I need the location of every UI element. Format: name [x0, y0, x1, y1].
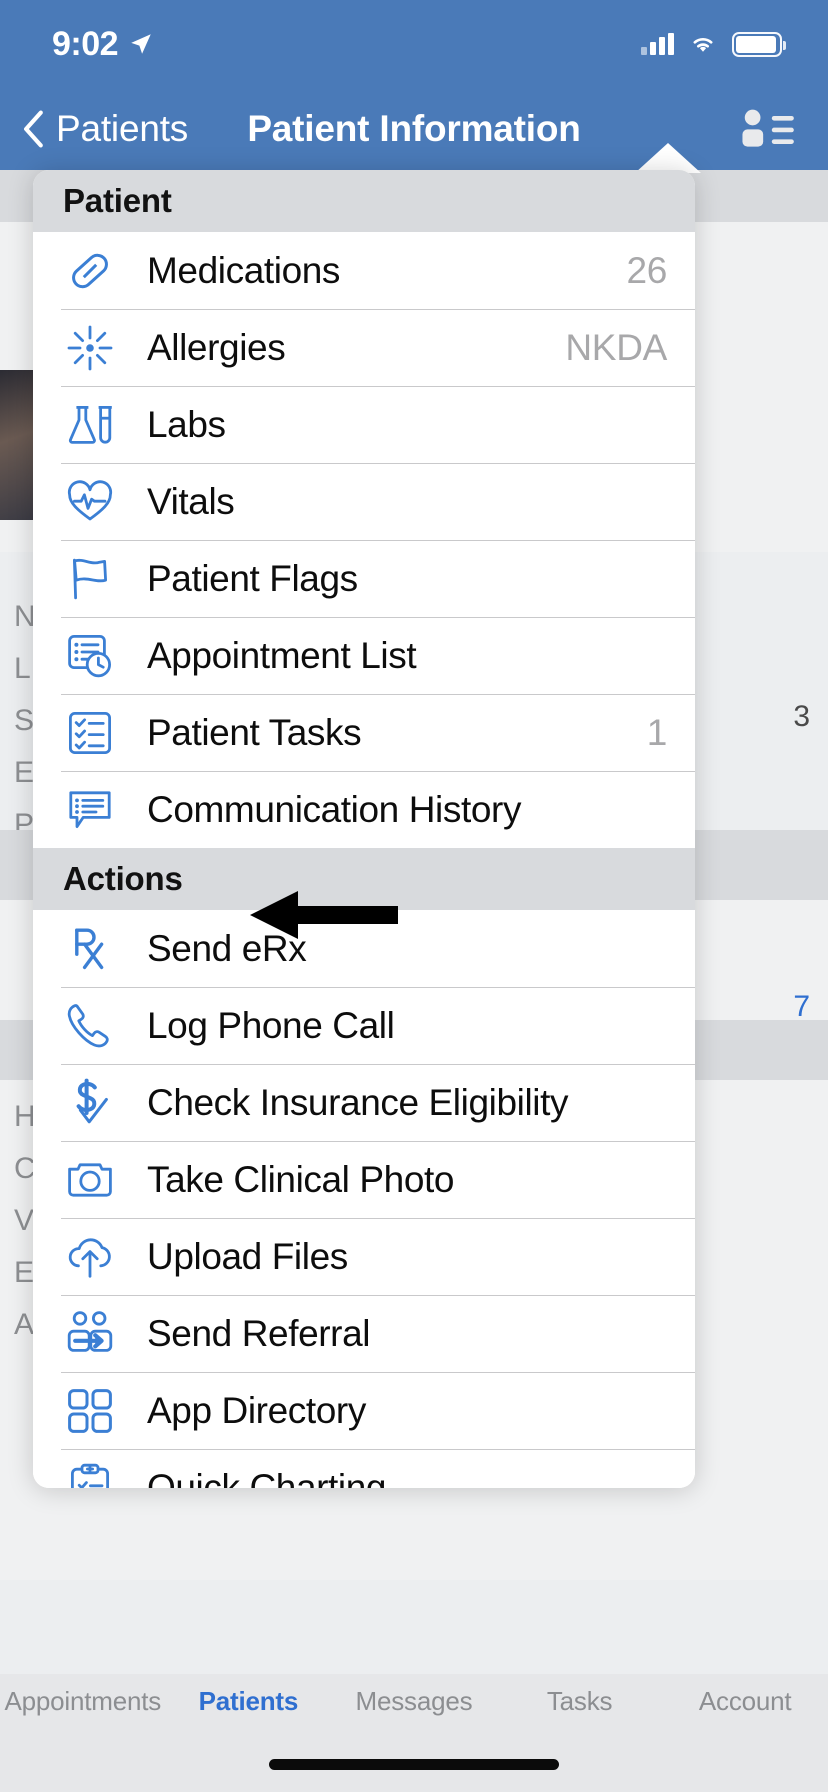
- patient-menu-group: Medications 26 Allergies NKDA Labs Vital…: [33, 232, 695, 848]
- menu-item-quick-charting[interactable]: Quick Charting: [33, 1449, 695, 1488]
- menu-item-app-directory[interactable]: App Directory: [33, 1372, 695, 1449]
- bottom-tab-bar: Appointments Patients Messages Tasks Acc…: [0, 1674, 828, 1792]
- camera-icon: [61, 1151, 119, 1209]
- cloud-upload-icon: [61, 1228, 119, 1286]
- menu-item-label: Quick Charting: [147, 1466, 387, 1489]
- location-arrow-icon: [131, 34, 151, 54]
- menu-item-communication-history[interactable]: Communication History: [33, 771, 695, 848]
- menu-item-label: Allergies: [147, 326, 286, 368]
- allergy-burst-icon: [61, 319, 119, 377]
- back-button[interactable]: Patients: [0, 108, 188, 150]
- menu-item-take-clinical-photo[interactable]: Take Clinical Photo: [33, 1141, 695, 1218]
- menu-item-value: NKDA: [565, 326, 667, 368]
- status-bar: 9:02: [0, 0, 828, 88]
- grid-apps-icon: [61, 1382, 119, 1440]
- navigation-bar: Patients Patient Information: [0, 88, 828, 170]
- tab-patients[interactable]: Patients: [166, 1686, 332, 1717]
- popover-caret-icon: [635, 143, 701, 173]
- menu-item-label: Patient Tasks: [147, 711, 362, 753]
- status-left-group: 9:02: [52, 25, 154, 64]
- menu-item-allergies[interactable]: Allergies NKDA: [33, 309, 695, 386]
- menu-item-upload-files[interactable]: Upload Files: [33, 1218, 695, 1295]
- battery-icon: [732, 31, 786, 57]
- chevron-left-icon: [24, 110, 43, 148]
- menu-item-label: Upload Files: [147, 1235, 348, 1277]
- section-header-patient: Patient: [33, 170, 695, 232]
- home-indicator[interactable]: [269, 1759, 559, 1770]
- wifi-icon: [693, 38, 713, 52]
- rx-icon: [61, 920, 119, 978]
- chat-list-icon: [61, 781, 119, 839]
- menu-item-label: Appointment List: [147, 634, 417, 676]
- menu-item-label: Medications: [147, 249, 341, 291]
- menu-item-label: Log Phone Call: [147, 1004, 395, 1046]
- patient-menu-button[interactable]: [736, 106, 828, 152]
- status-time: 9:02: [52, 24, 119, 63]
- tab-tasks[interactable]: Tasks: [497, 1686, 663, 1717]
- cellular-signal-icon: [641, 33, 674, 55]
- menu-item-labs[interactable]: Labs: [33, 386, 695, 463]
- menu-item-label: Take Clinical Photo: [147, 1158, 455, 1200]
- menu-item-label: Patient Flags: [147, 557, 358, 599]
- menu-item-log-phone-call[interactable]: Log Phone Call: [33, 987, 695, 1064]
- tab-appointments[interactable]: Appointments: [0, 1686, 166, 1717]
- menu-item-patient-flags[interactable]: Patient Flags: [33, 540, 695, 617]
- menu-item-label: Check Insurance Eligibility: [147, 1081, 569, 1123]
- back-button-label: Patients: [56, 108, 189, 149]
- lab-flask-icon: [61, 396, 119, 454]
- left-pointing-arrow-annotation: [250, 891, 398, 939]
- phone-icon: [61, 997, 119, 1055]
- clipboard-chart-icon: [61, 1459, 119, 1488]
- background-value-1: 3: [793, 700, 810, 733]
- pill-icon: [61, 242, 119, 300]
- menu-item-label: Labs: [147, 403, 226, 445]
- referral-icon: [61, 1305, 119, 1363]
- dollar-check-icon: [61, 1074, 119, 1132]
- app-screen: N L S E P H C V E A 3 7 9:02 Patients Pa…: [0, 0, 828, 1792]
- tab-messages[interactable]: Messages: [331, 1686, 497, 1717]
- status-right-group: [641, 31, 786, 57]
- menu-item-check-insurance-eligibility[interactable]: Check Insurance Eligibility: [33, 1064, 695, 1141]
- menu-item-label: Send Referral: [147, 1312, 371, 1354]
- menu-item-patient-tasks[interactable]: Patient Tasks 1: [33, 694, 695, 771]
- menu-item-label: Communication History: [147, 788, 522, 830]
- checklist-icon: [61, 704, 119, 762]
- menu-item-label: Vitals: [147, 480, 235, 522]
- heart-pulse-icon: [61, 473, 119, 531]
- menu-item-label: App Directory: [147, 1389, 366, 1431]
- background-value-2: 7: [793, 990, 810, 1023]
- menu-item-medications[interactable]: Medications 26: [33, 232, 695, 309]
- menu-item-appointment-list[interactable]: Appointment List: [33, 617, 695, 694]
- person-list-icon: [742, 109, 794, 147]
- patient-actions-popover: Patient Medications 26 Allergies NKDA La…: [33, 170, 695, 1488]
- menu-item-value: 26: [626, 249, 667, 291]
- actions-menu-group: Send eRx Log Phone Call Check Insurance …: [33, 910, 695, 1488]
- flag-icon: [61, 550, 119, 608]
- appointment-clock-icon: [61, 627, 119, 685]
- tab-account[interactable]: Account: [662, 1686, 828, 1717]
- menu-item-value: 1: [646, 711, 668, 753]
- menu-item-vitals[interactable]: Vitals: [33, 463, 695, 540]
- menu-item-send-referral[interactable]: Send Referral: [33, 1295, 695, 1372]
